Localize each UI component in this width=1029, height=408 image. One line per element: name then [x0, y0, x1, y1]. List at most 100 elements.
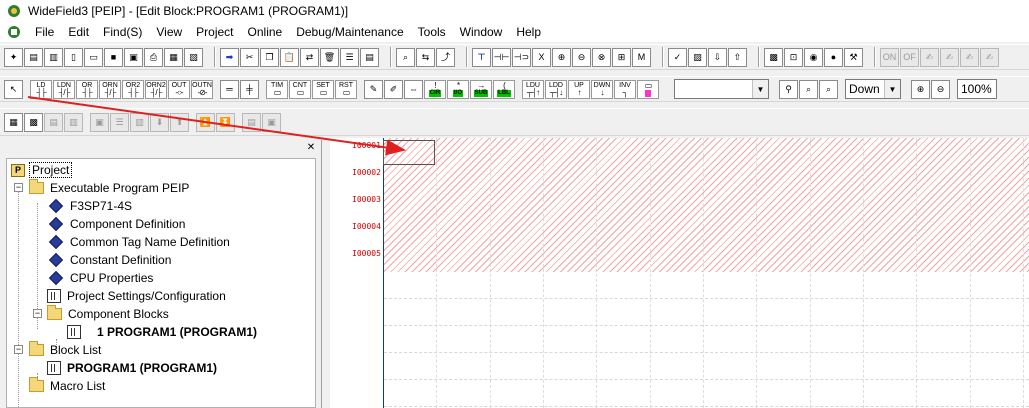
- contact-icon[interactable]: ⊣⊢: [492, 47, 511, 67]
- menu-help[interactable]: Help: [509, 22, 548, 42]
- collapse-icon[interactable]: −: [14, 345, 23, 354]
- open-project-icon[interactable]: ▤: [24, 47, 43, 67]
- block-insert-icon[interactable]: ▣: [90, 112, 109, 132]
- monitor-icon[interactable]: ▩: [764, 47, 783, 67]
- or-button[interactable]: OR ┤├: [76, 79, 98, 99]
- find-icon[interactable]: ⌕: [396, 47, 415, 67]
- tree-component-blocks[interactable]: Component Blocks: [47, 305, 171, 323]
- download-icon[interactable]: ⇩: [708, 47, 727, 67]
- force-clear-icon[interactable]: ✍: [960, 47, 979, 67]
- find-device-icon[interactable]: ⌕: [799, 79, 818, 99]
- compare-icon[interactable]: ⇔: [404, 79, 423, 99]
- block-copy-icon[interactable]: ▤: [44, 112, 63, 132]
- collapse-icon[interactable]: −: [14, 183, 23, 192]
- block-list-icon[interactable]: ☰: [110, 112, 129, 132]
- force-set-icon[interactable]: ✍: [920, 47, 939, 67]
- out-button[interactable]: OUT -○-: [168, 79, 190, 99]
- cut-icon[interactable]: ✂: [240, 47, 259, 67]
- copy-icon[interactable]: ❐: [260, 47, 279, 67]
- force-off-icon[interactable]: OF: [900, 47, 919, 67]
- up-button[interactable]: UP ↑: [568, 79, 590, 99]
- edit-cursor[interactable]: [383, 140, 435, 165]
- new-project-icon[interactable]: ✦: [4, 47, 23, 67]
- vertical-line-icon[interactable]: ╪: [240, 79, 259, 99]
- select-pointer-icon[interactable]: ↖: [4, 79, 23, 99]
- menu-debug-maintenance[interactable]: Debug/Maintenance: [289, 22, 410, 42]
- compile-icon[interactable]: ▨: [688, 47, 707, 67]
- error-icon[interactable]: ●: [824, 47, 843, 67]
- tree-project-settings[interactable]: Project Settings/Configuration: [47, 287, 228, 305]
- comment-edit-icon[interactable]: ✎: [364, 79, 383, 99]
- save-icon[interactable]: ■: [104, 47, 123, 67]
- cnt-button[interactable]: CNT ▭: [289, 79, 311, 99]
- tree-constant-definition[interactable]: Constant Definition: [47, 251, 173, 269]
- io-button[interactable]: * I/O: [447, 79, 469, 99]
- orn-button[interactable]: ORN ┤/├: [99, 79, 121, 99]
- force-on-icon[interactable]: ON: [880, 47, 899, 67]
- tim-button[interactable]: TIM ▭: [266, 79, 288, 99]
- open-folder-icon[interactable]: ▭: [84, 47, 103, 67]
- rst-button[interactable]: RST ▭: [335, 79, 357, 99]
- move-bottom-icon[interactable]: ⏬: [216, 112, 235, 132]
- zoom-fit-icon[interactable]: ⊗: [592, 47, 611, 67]
- cir-button[interactable]: ! CIR: [424, 79, 446, 99]
- replace-icon[interactable]: ⇆: [416, 47, 435, 67]
- run-status-icon[interactable]: ◉: [804, 47, 823, 67]
- close-icon[interactable]: ✕: [305, 142, 317, 154]
- tree-macro-list[interactable]: Macro List: [29, 377, 107, 395]
- paste-special-icon[interactable]: ⇄: [300, 47, 319, 67]
- sub-button[interactable]: → SUB: [470, 79, 492, 99]
- zoom-in-icon[interactable]: ⊕: [911, 79, 930, 99]
- tree-block-list-item[interactable]: PROGRAM1 (PROGRAM1): [47, 359, 219, 377]
- block-open-icon[interactable]: ▩: [24, 112, 43, 132]
- close-project-icon[interactable]: ▥: [44, 47, 63, 67]
- cross-reference-icon[interactable]: ⊞: [612, 47, 631, 67]
- zoom-in-icon[interactable]: ⊕: [552, 47, 571, 67]
- coil-icon[interactable]: ⊣⊃: [512, 47, 531, 67]
- instruction-set-button[interactable]: ▭: [637, 79, 659, 99]
- menu-edit[interactable]: Edit: [61, 22, 96, 42]
- move-top-icon[interactable]: ⏫: [196, 112, 215, 132]
- orn2-button[interactable]: ORN2 ┤/├: [145, 79, 167, 99]
- dwn-button[interactable]: DWN ↓: [591, 79, 613, 99]
- block-new-icon[interactable]: ▦: [4, 112, 23, 132]
- move-up-icon[interactable]: ⬆: [170, 112, 189, 132]
- ms-icon[interactable]: M: [632, 47, 651, 67]
- tree-component-definition[interactable]: Component Definition: [47, 215, 187, 233]
- outn-button[interactable]: OUTN -⊘-: [191, 79, 213, 99]
- ladder-editor[interactable]: I00001 I00002 I00003 I00004 I00005: [330, 138, 1029, 408]
- menu-online[interactable]: Online: [241, 22, 290, 42]
- tools-icon[interactable]: ⚒: [844, 47, 863, 67]
- menu-project[interactable]: Project: [189, 22, 240, 42]
- force-reset-icon[interactable]: ✍: [940, 47, 959, 67]
- move-down-icon[interactable]: ⬇: [150, 112, 169, 132]
- list-icon[interactable]: ☰: [340, 47, 359, 67]
- comment-delete-icon[interactable]: ✐: [384, 79, 403, 99]
- ldu-button[interactable]: LDU ┬┤↑: [522, 79, 544, 99]
- block-paste-icon[interactable]: ▥: [64, 112, 83, 132]
- menu-find[interactable]: Find(S): [96, 22, 149, 42]
- ladder-insert-icon[interactable]: ⊤: [472, 47, 491, 67]
- set-button[interactable]: SET ▭: [312, 79, 334, 99]
- tree-executable-program[interactable]: Executable Program PEIP: [29, 179, 191, 197]
- inv-button[interactable]: INV ┐: [614, 79, 636, 99]
- collapse-icon[interactable]: −: [33, 309, 42, 318]
- menu-tools[interactable]: Tools: [411, 22, 453, 42]
- tree-block-1[interactable]: 1 PROGRAM1 (PROGRAM1): [67, 323, 259, 341]
- instruction-icon[interactable]: X: [532, 47, 551, 67]
- chevron-down-icon[interactable]: ▼: [884, 80, 900, 98]
- tree-block-list[interactable]: Block List: [29, 341, 103, 359]
- export-icon[interactable]: ▧: [184, 47, 203, 67]
- delete-icon[interactable]: 🗑: [320, 47, 339, 67]
- find-next-icon[interactable]: ⌕: [819, 79, 838, 99]
- horizontal-line-icon[interactable]: ═: [220, 79, 239, 99]
- menu-window[interactable]: Window: [453, 22, 510, 42]
- document-window-icon[interactable]: [6, 24, 22, 40]
- print-preview-icon[interactable]: ▦: [164, 47, 183, 67]
- lbl-button[interactable]: (LBL: [493, 79, 515, 99]
- upload-icon[interactable]: ⇧: [728, 47, 747, 67]
- zoom-combo[interactable]: 100%: [957, 79, 997, 99]
- zoom-out-icon[interactable]: ⊖: [931, 79, 950, 99]
- or2-button[interactable]: OR2 ┤├: [122, 79, 144, 99]
- ldd-button[interactable]: LDD ┬┤↓: [545, 79, 567, 99]
